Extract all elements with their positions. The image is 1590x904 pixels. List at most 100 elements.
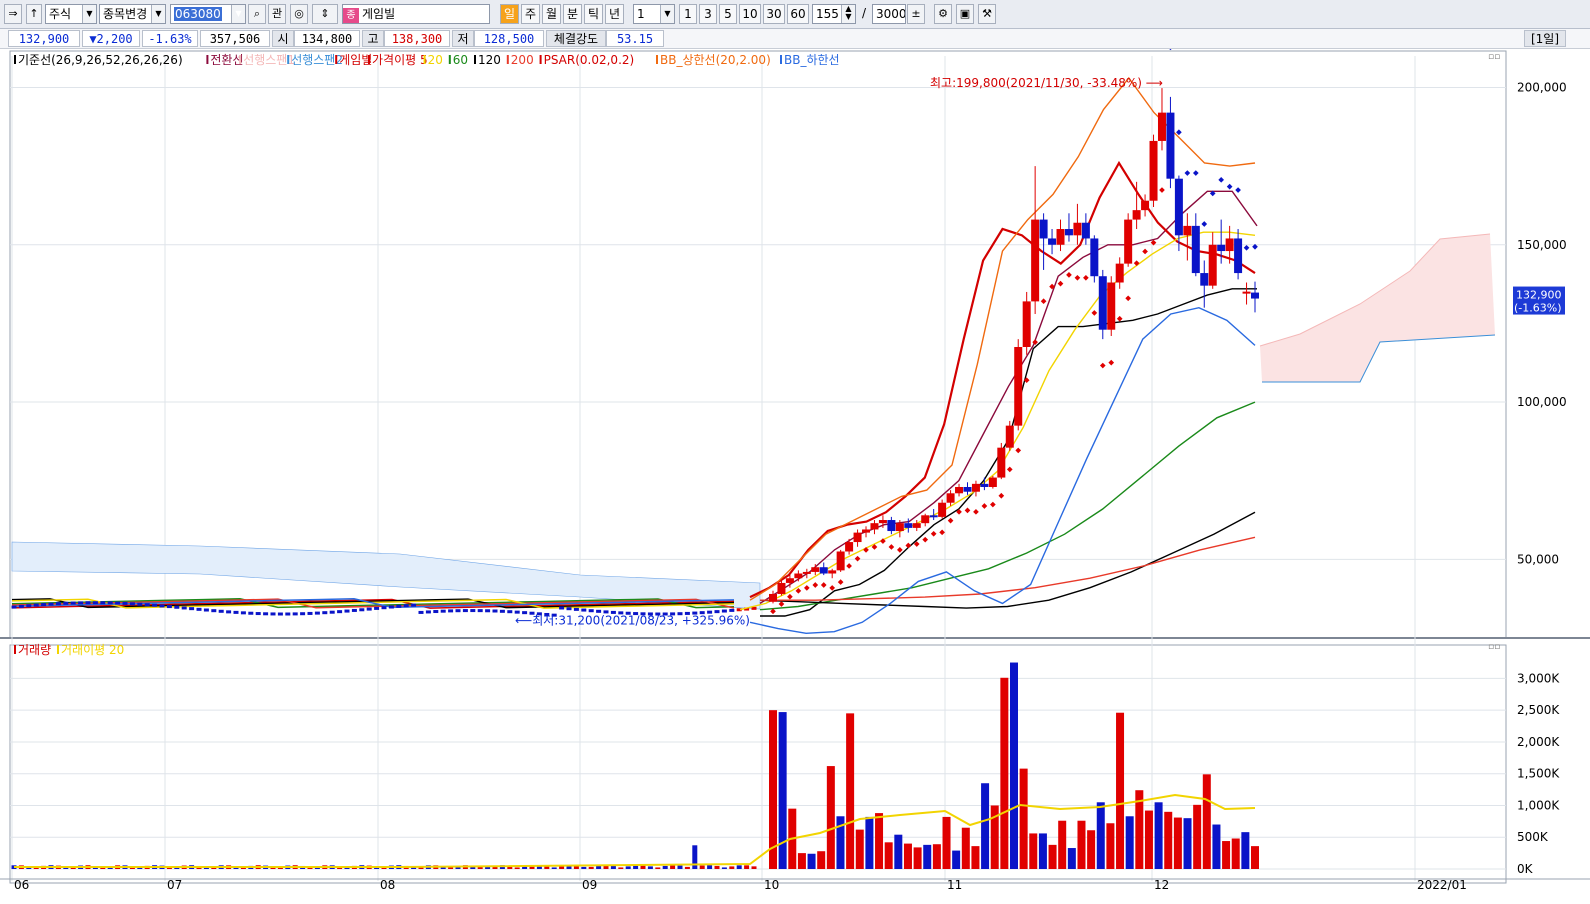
open-label: 시 bbox=[272, 30, 294, 47]
zoom-icon[interactable]: ± bbox=[907, 4, 925, 24]
change-item-select[interactable]: 종목변경 ▼ bbox=[99, 4, 166, 24]
candle bbox=[938, 502, 947, 517]
period-button-2[interactable]: 월 bbox=[542, 4, 561, 24]
interval-button-5[interactable]: 5 bbox=[719, 4, 737, 24]
candle bbox=[811, 567, 820, 572]
candle bbox=[1064, 229, 1073, 236]
total-field[interactable]: 3000 bbox=[872, 4, 906, 24]
volume-bar bbox=[923, 844, 932, 869]
search-icon[interactable]: ⌕ bbox=[248, 4, 266, 24]
chevron-down-icon: ▼ bbox=[82, 5, 96, 23]
interval-button-1[interactable]: 1 bbox=[679, 4, 697, 24]
candle bbox=[1107, 282, 1116, 330]
candle bbox=[33, 603, 39, 607]
volume-bar bbox=[1251, 846, 1259, 869]
volume-bar bbox=[778, 712, 787, 869]
candle bbox=[1234, 238, 1243, 274]
candle bbox=[48, 602, 54, 606]
period-button-0[interactable]: 일 bbox=[500, 4, 519, 24]
candle bbox=[285, 612, 291, 616]
market-select[interactable]: 주식 ▼ bbox=[45, 4, 97, 24]
x-tick-label: 11 bbox=[947, 878, 962, 892]
candle bbox=[1208, 244, 1217, 286]
candle bbox=[492, 609, 498, 613]
volume-bar bbox=[684, 866, 690, 869]
x-tick-label: 08 bbox=[380, 878, 395, 892]
interval-button-60[interactable]: 60 bbox=[787, 4, 809, 24]
interval-button-3[interactable]: 3 bbox=[699, 4, 717, 24]
candle bbox=[1217, 244, 1226, 252]
candle bbox=[1048, 238, 1057, 245]
candle bbox=[211, 609, 217, 613]
candle bbox=[277, 612, 283, 616]
interval-button-10[interactable]: 10 bbox=[739, 4, 761, 24]
volume-pane bbox=[9, 644, 1507, 884]
candle bbox=[344, 609, 350, 613]
tools-icon[interactable]: ⚒ bbox=[978, 4, 996, 24]
candle bbox=[440, 609, 446, 613]
candle bbox=[721, 609, 727, 613]
legend-marker bbox=[335, 55, 338, 64]
candle bbox=[351, 608, 357, 612]
volume-bar bbox=[610, 865, 616, 869]
interval-button-30[interactable]: 30 bbox=[763, 4, 785, 24]
period-button-3[interactable]: 분 bbox=[563, 4, 582, 24]
candle bbox=[11, 605, 17, 609]
volume-bar bbox=[1144, 810, 1153, 869]
info-icon[interactable]: ◎ bbox=[290, 4, 308, 24]
legend-marker bbox=[423, 55, 426, 64]
save-icon[interactable]: ▣ bbox=[956, 4, 974, 24]
code-input[interactable]: 063080 ▼ bbox=[170, 4, 246, 24]
candle bbox=[322, 611, 328, 615]
candle bbox=[26, 604, 32, 608]
period-button-4[interactable]: 틱 bbox=[584, 4, 603, 24]
volume-y-tick-label: 1,500K bbox=[1517, 767, 1560, 781]
candle bbox=[1166, 112, 1175, 179]
candle bbox=[92, 601, 98, 605]
volume-bar bbox=[875, 813, 884, 869]
legend-item: BB_하한선 bbox=[784, 53, 840, 67]
period-button-5[interactable]: 년 bbox=[605, 4, 624, 24]
spin-icon[interactable]: ⇕ bbox=[312, 4, 338, 24]
legend-marker bbox=[539, 55, 542, 64]
annotation-high: 최고:199,800(2021/11/30, -33.48%) ⟶ bbox=[930, 76, 1163, 90]
pin-icon[interactable]: ⇒ bbox=[4, 4, 22, 24]
strength-value: 53.15 bbox=[606, 30, 664, 47]
volume-bar bbox=[662, 865, 668, 869]
candle bbox=[448, 609, 454, 613]
volume-bar bbox=[744, 865, 750, 869]
current-price-change: (-1.63%) bbox=[1514, 302, 1562, 315]
volume-y-tick-label: 2,500K bbox=[1517, 703, 1560, 717]
candle bbox=[912, 523, 921, 528]
candle bbox=[794, 573, 803, 579]
interval-select[interactable]: 1 ▼ bbox=[633, 4, 675, 24]
legend-item: 거래량 bbox=[18, 643, 51, 657]
candle bbox=[226, 610, 232, 614]
candle bbox=[41, 603, 47, 607]
candle bbox=[359, 608, 365, 612]
legend-item: 가격이평 5 bbox=[372, 53, 428, 67]
volume-bar bbox=[865, 816, 874, 869]
candle bbox=[425, 610, 431, 614]
volume-bar bbox=[1058, 820, 1067, 869]
count-stepper[interactable]: 155 ▲ ▼ bbox=[812, 4, 856, 24]
candle bbox=[887, 520, 896, 532]
candle bbox=[769, 593, 777, 602]
gear-icon[interactable]: ⚙ bbox=[934, 4, 952, 24]
relation-button[interactable]: 관 bbox=[268, 4, 286, 24]
x-tick-label: 06 bbox=[14, 878, 29, 892]
volume-bar bbox=[817, 851, 826, 869]
candle bbox=[485, 609, 491, 613]
candle bbox=[159, 604, 165, 608]
candle bbox=[366, 607, 372, 611]
legend-marker bbox=[656, 55, 658, 64]
volume-bar bbox=[1231, 838, 1240, 869]
candle bbox=[203, 608, 209, 612]
period-button-1[interactable]: 주 bbox=[521, 4, 540, 24]
quote-bar: 132,900 ▼2,200 -1.63% 357,506 시 134,800 … bbox=[0, 29, 1590, 49]
stock-chart: 06 07 08 09 10 11 12 2022/01 200,000 150,000 100,0… bbox=[0, 49, 1590, 892]
arrow-up-icon[interactable]: ↑ bbox=[26, 4, 42, 24]
volume-bar bbox=[655, 867, 661, 869]
x-tick-label: 07 bbox=[167, 878, 182, 892]
volume-value: 357,506 bbox=[200, 30, 270, 47]
